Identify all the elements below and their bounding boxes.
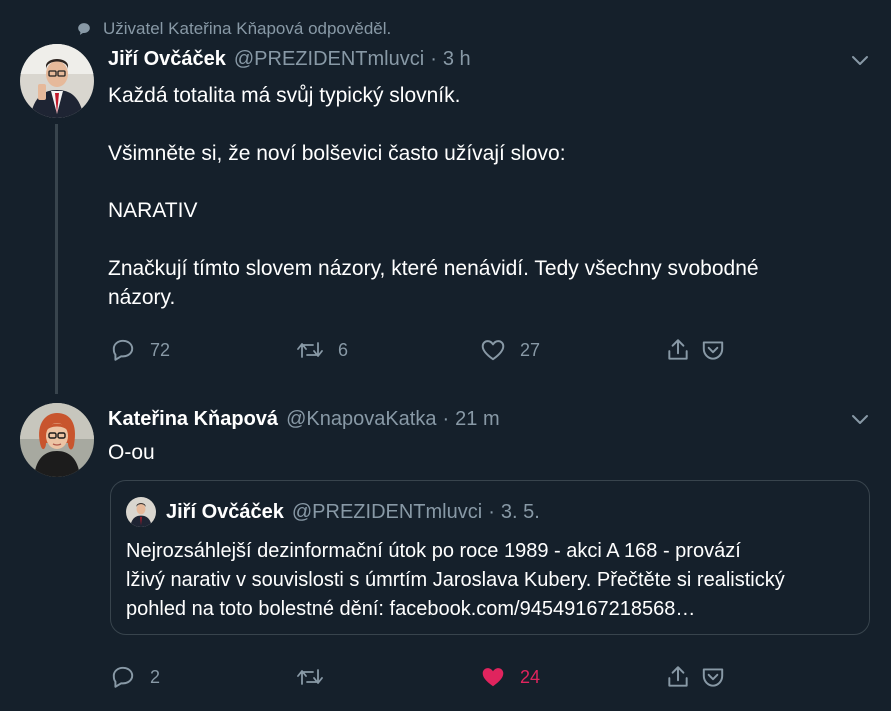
tweet1-line-5: názory. — [108, 286, 176, 309]
share-button[interactable] — [665, 664, 705, 690]
tweet2-menu-button[interactable] — [848, 407, 872, 436]
avatar-image — [20, 403, 94, 477]
reply-context-text: Uživatel Kateřina Kňapová odpověděl. — [103, 19, 392, 38]
save-button[interactable] — [700, 664, 740, 690]
chevron-down-icon — [852, 415, 868, 424]
like-count: 24 — [520, 666, 541, 687]
reply-count: 72 — [150, 339, 171, 360]
quoted-tweet-header: Jiří Ovčáček @PREZIDENTmluvci · 3. 5. — [126, 497, 540, 527]
like-count: 27 — [520, 339, 541, 360]
share-icon — [668, 666, 688, 687]
tweet1-actions: 72 6 27 — [110, 335, 730, 365]
thread-line — [55, 124, 58, 394]
tweet1-timestamp[interactable]: 3 h — [443, 48, 471, 71]
chevron-down-icon — [852, 56, 868, 65]
pocket-icon — [702, 341, 724, 360]
tweet2-text: O-ou — [108, 441, 155, 464]
tweet2-author-name[interactable]: Kateřina Kňapová — [108, 408, 278, 431]
pocket-icon — [702, 668, 724, 687]
retweet-count: 6 — [338, 339, 349, 360]
save-button[interactable] — [700, 337, 740, 363]
retweet-icon — [297, 342, 323, 358]
reply-button[interactable]: 2 — [110, 664, 160, 690]
heart-filled-icon — [482, 668, 504, 687]
retweet-button[interactable] — [296, 664, 338, 690]
reply-button[interactable]: 72 — [110, 337, 170, 363]
avatar-jiri[interactable] — [20, 44, 94, 118]
avatar-katerina[interactable] — [20, 403, 94, 477]
tweet2-actions: 2 24 — [110, 662, 730, 692]
share-button[interactable] — [665, 337, 705, 363]
tweet1-menu-button[interactable] — [848, 48, 872, 77]
tweet2-timestamp[interactable]: 21 m — [455, 408, 499, 431]
avatar-image — [126, 497, 156, 527]
heart-icon — [481, 340, 505, 361]
quoted-line-2: lživý narativ v souvislosti s úmrtím Jar… — [126, 569, 785, 591]
separator-dot: · — [442, 408, 450, 430]
tweet1-line-4: Značkují tímto slovem názory, které nená… — [108, 257, 759, 280]
tweet2-author-handle[interactable]: @KnapovaKatka — [286, 408, 436, 431]
quoted-avatar — [126, 497, 156, 527]
quoted-author-handle: @PREZIDENTmluvci — [291, 500, 483, 523]
separator-dot: · — [430, 48, 437, 70]
share-icon — [668, 339, 688, 360]
tweet1-line-2: Všimněte si, že noví bolševici často uží… — [108, 142, 566, 165]
avatar-image — [20, 44, 94, 118]
reply-count: 2 — [150, 666, 161, 687]
quoted-author-name: Jiří Ovčáček — [166, 500, 284, 523]
quoted-line-3: pohled na toto bolestné dění: facebook.c… — [126, 598, 696, 620]
retweet-button[interactable]: 6 — [296, 337, 348, 363]
reply-context: Uživatel Kateřina Kňapová odpověděl. — [77, 14, 391, 44]
tweet1-author-name[interactable]: Jiří Ovčáček — [108, 48, 226, 71]
quoted-date: 3. 5. — [500, 500, 540, 523]
quoted-line-1: Nejrozsáhlejší dezinformační útok po roc… — [126, 540, 741, 562]
tweet1-author-handle[interactable]: @PREZIDENTmluvci — [234, 48, 424, 71]
separator-dot: · — [488, 500, 495, 523]
quoted-tweet-card[interactable]: Jiří Ovčáček @PREZIDENTmluvci · 3. 5. Ne… — [110, 480, 870, 635]
comment-icon — [78, 23, 90, 35]
tweet1-line-3: NARATIV — [108, 199, 198, 222]
tweet1-line-1: Každá totalita má svůj typický slovník. — [108, 84, 461, 107]
retweet-icon — [297, 669, 323, 685]
like-button[interactable]: 24 — [480, 664, 540, 690]
like-button[interactable]: 27 — [480, 337, 540, 363]
reply-icon — [112, 666, 134, 688]
tweet2-header: Kateřina Kňapová @KnapovaKatka · 21 m — [108, 408, 500, 431]
tweet1-header: Jiří Ovčáček @PREZIDENTmluvci · 3 h — [108, 48, 471, 71]
reply-icon — [112, 339, 134, 361]
